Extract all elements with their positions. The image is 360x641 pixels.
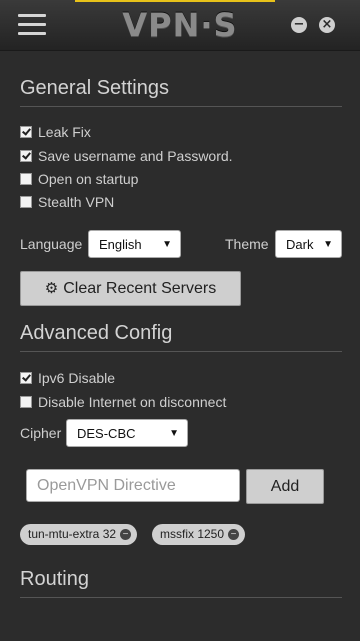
leak-fix-checkbox[interactable]: Leak Fix xyxy=(20,124,91,140)
checkbox-label: Save username and Password. xyxy=(38,148,233,164)
title-bar: VPN·S − × xyxy=(0,0,360,51)
language-value: English xyxy=(99,237,142,252)
dropdown-caret-icon: ▼ xyxy=(162,239,172,250)
tag-label: mssfix 1250 xyxy=(160,527,225,541)
tag-label: tun-mtu-extra 32 xyxy=(28,527,117,541)
theme-label: Theme xyxy=(225,236,269,252)
gear-icon: ⚙ xyxy=(44,280,59,297)
open-on-startup-checkbox[interactable]: Open on startup xyxy=(20,171,138,187)
checkbox-label: Leak Fix xyxy=(38,124,91,140)
cipher-select[interactable]: DES-CBC ▼ xyxy=(66,419,188,447)
checkbox-label: Ipv6 Disable xyxy=(38,370,116,386)
divider xyxy=(20,106,342,107)
divider xyxy=(20,351,342,352)
clear-button-label: Clear Recent Servers xyxy=(63,280,217,297)
clear-recent-servers-button[interactable]: ⚙ Clear Recent Servers xyxy=(20,271,241,306)
general-settings-title: General Settings xyxy=(20,77,169,99)
checkbox-icon[interactable] xyxy=(20,196,32,208)
disable-internet-checkbox[interactable]: Disable Internet on disconnect xyxy=(20,394,226,410)
advanced-config-title: Advanced Config xyxy=(20,322,173,344)
dropdown-caret-icon: ▼ xyxy=(169,428,179,439)
remove-tag-icon[interactable]: − xyxy=(228,529,240,540)
checkbox-label: Disable Internet on disconnect xyxy=(38,394,227,410)
add-directive-button[interactable]: Add xyxy=(246,469,324,504)
close-button[interactable]: × xyxy=(319,17,335,33)
dropdown-caret-icon: ▼ xyxy=(323,239,333,250)
cipher-value: DES-CBC xyxy=(77,426,136,441)
save-credentials-checkbox[interactable]: Save username and Password. xyxy=(20,148,233,164)
stealth-vpn-checkbox[interactable]: Stealth VPN xyxy=(20,194,114,210)
checkbox-label: Open on startup xyxy=(38,171,139,187)
divider xyxy=(20,597,342,598)
openvpn-directive-input[interactable] xyxy=(26,469,240,502)
checkbox-icon[interactable] xyxy=(20,150,32,162)
checkbox-icon[interactable] xyxy=(20,372,32,384)
checkbox-icon[interactable] xyxy=(20,396,32,408)
cipher-label: Cipher xyxy=(20,425,62,441)
checkbox-icon[interactable] xyxy=(20,126,32,138)
language-label: Language xyxy=(20,236,83,252)
theme-select[interactable]: Dark ▼ xyxy=(275,230,342,258)
theme-value: Dark xyxy=(286,237,314,252)
routing-title: Routing xyxy=(20,568,89,590)
accent-strip xyxy=(75,0,275,2)
remove-tag-icon[interactable]: − xyxy=(120,529,132,540)
checkbox-label: Stealth VPN xyxy=(38,194,115,210)
directive-tag: mssfix 1250 − xyxy=(152,524,246,545)
checkbox-icon[interactable] xyxy=(20,173,32,185)
minimize-button[interactable]: − xyxy=(291,17,307,33)
language-select[interactable]: English ▼ xyxy=(88,230,181,258)
directive-tag: tun-mtu-extra 32 − xyxy=(20,524,138,545)
ipv6-disable-checkbox[interactable]: Ipv6 Disable xyxy=(20,370,115,386)
